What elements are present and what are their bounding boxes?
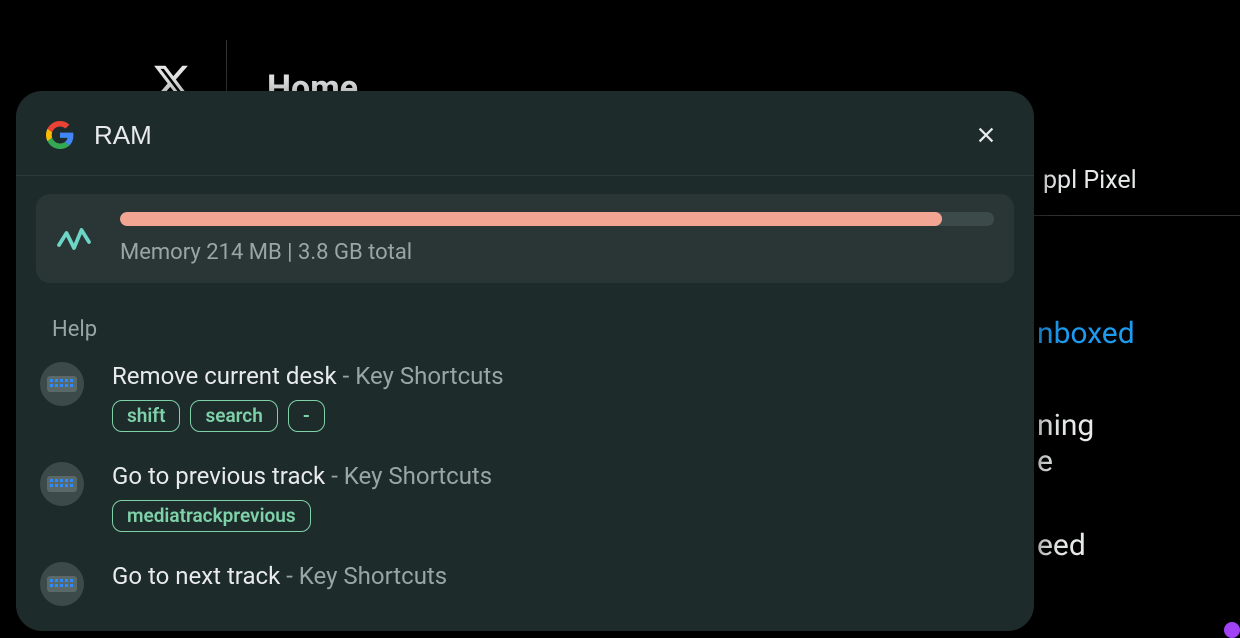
- key-pill: mediatrackprevious: [112, 500, 311, 532]
- keyboard-icon: [40, 362, 84, 406]
- memory-answer-card[interactable]: Memory 214 MB | 3.8 GB total: [36, 194, 1014, 283]
- result-title: Remove current desk: [112, 362, 337, 390]
- tab-people-pixel[interactable]: ppl Pixel: [1043, 166, 1137, 195]
- result-prev-track[interactable]: Go to previous track - Key Shortcuts med…: [36, 462, 1014, 532]
- keyboard-icon: [40, 462, 84, 506]
- diagnostics-icon: [56, 221, 92, 257]
- section-label-help: Help: [52, 317, 1034, 342]
- key-pill: shift: [112, 400, 180, 432]
- key-pill: -: [288, 400, 325, 432]
- key-pill: search: [190, 400, 277, 432]
- memory-bar: [120, 212, 994, 226]
- headline-link[interactable]: nboxed: [1037, 316, 1135, 351]
- headline-text-2: eed: [1037, 526, 1086, 565]
- result-next-track[interactable]: Go to next track - Key Shortcuts: [36, 562, 1014, 606]
- search-row: [16, 91, 1034, 176]
- key-row: mediatrackprevious: [112, 500, 1010, 532]
- key-row: shift search -: [112, 400, 1010, 432]
- search-input[interactable]: [94, 120, 948, 151]
- results-list: Remove current desk - Key Shortcuts shif…: [36, 362, 1014, 606]
- result-subtitle: - Key Shortcuts: [325, 462, 492, 490]
- launcher-popover: Memory 214 MB | 3.8 GB total Help Remove…: [16, 91, 1034, 631]
- headline-text-1a: ning: [1037, 406, 1094, 445]
- google-icon: [46, 121, 74, 149]
- result-subtitle: - Key Shortcuts: [280, 562, 447, 590]
- result-subtitle: - Key Shortcuts: [337, 362, 504, 390]
- memory-bar-fill: [120, 212, 942, 226]
- headline-text-1b: e: [1037, 442, 1053, 481]
- memory-label: Memory 214 MB | 3.8 GB total: [120, 240, 994, 265]
- tab-underline: [1030, 215, 1240, 216]
- result-title: Go to previous track: [112, 462, 325, 490]
- keyboard-icon: [40, 562, 84, 606]
- result-remove-desk[interactable]: Remove current desk - Key Shortcuts shif…: [36, 362, 1014, 432]
- close-button[interactable]: [968, 117, 1004, 153]
- result-title: Go to next track: [112, 562, 280, 590]
- memory-answer-body: Memory 214 MB | 3.8 GB total: [120, 212, 994, 265]
